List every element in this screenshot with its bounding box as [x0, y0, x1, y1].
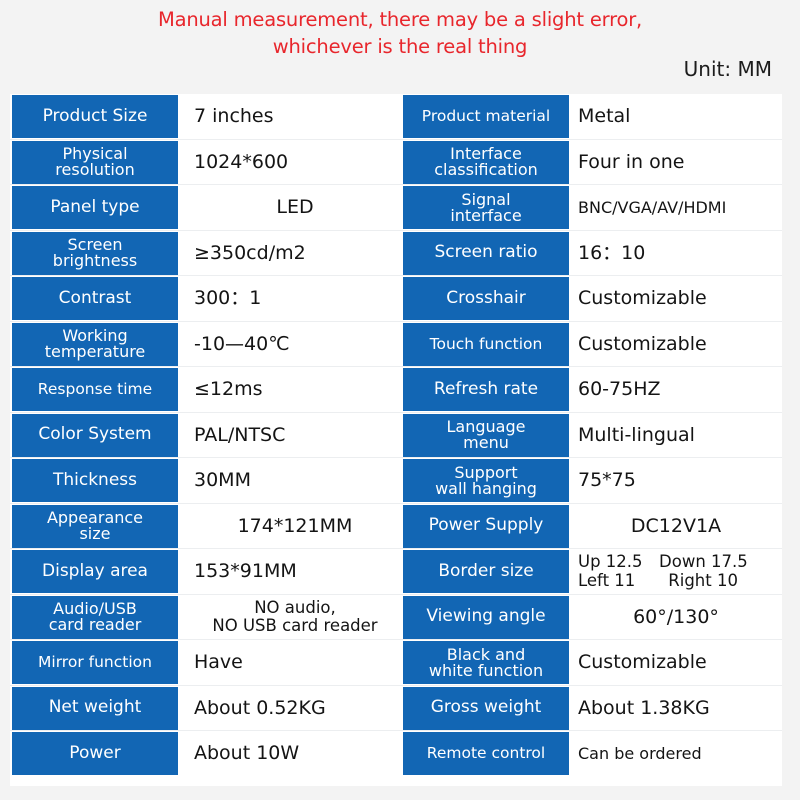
spec-label-mirror-function: Mirror function — [12, 641, 178, 684]
spec-label-screen-brightness: Screen brightness — [12, 231, 178, 275]
spec-label-remote-control: Remote control — [403, 732, 569, 775]
spec-label-working-temperature: Working temperature — [12, 322, 178, 366]
spec-value-audio-usb-card-reader: NO audio, NO USB card reader — [188, 595, 402, 641]
label-line-2: white function — [428, 660, 544, 680]
spec-value-screen-ratio: 16：10 — [578, 241, 646, 264]
table-row: Screen brightness ≥350cd/m2 Screen ratio… — [10, 230, 782, 276]
label-line-2: interface — [450, 205, 522, 225]
unit-label: Unit: MM — [683, 57, 772, 81]
label-line-2: resolution — [55, 160, 135, 179]
label-line-2: brightness — [52, 251, 138, 270]
spec-label-contrast: Contrast — [12, 277, 178, 320]
table-row: Color System PAL/NTSC Language menu Mult… — [10, 412, 782, 458]
spec-value-language-menu: Multi-lingual — [578, 423, 695, 446]
table-row: Thickness 30MM Support wall hanging 75*7… — [10, 458, 782, 504]
spec-value-physical-resolution: 1024*600 — [194, 150, 289, 173]
measurement-disclaimer: Manual measurement, there may be a sligh… — [0, 6, 800, 60]
spec-label-color-system: Color System — [12, 413, 178, 457]
label-line-2: card reader — [48, 615, 142, 634]
spec-value-support-wall-hanging: 75*75 — [578, 469, 636, 492]
table-row: Response time ≤12ms Refresh rate 60-75HZ — [10, 367, 782, 413]
table-row: Product Size 7 inches Product material M… — [10, 94, 782, 140]
value-line-2: Left 11 Right 10 — [578, 570, 738, 590]
spec-value-signal-interface: BNC/VGA/AV/HDMI — [578, 198, 727, 218]
spec-label-display-area: Display area — [12, 550, 178, 593]
table-row: Mirror function Have Black and white fun… — [10, 640, 782, 686]
table-row: Panel type LED Signal interface BNC/VGA/… — [10, 185, 782, 231]
spec-label-product-material: Product material — [403, 95, 569, 138]
spec-label-screen-ratio: Screen ratio — [403, 231, 569, 275]
spec-label-viewing-angle: Viewing angle — [403, 595, 569, 639]
spec-value-product-material: Metal — [578, 105, 631, 128]
spec-label-power: Power — [12, 732, 178, 775]
spec-value-product-size: 7 inches — [194, 105, 274, 128]
spec-label-signal-interface: Signal interface — [403, 186, 569, 229]
spec-label-touch-function: Touch function — [403, 322, 569, 366]
spec-value-power: About 10W — [194, 742, 300, 765]
spec-value-working-temperature: -10—40℃ — [194, 332, 290, 355]
spec-value-border-size: Up 12.5 Down 17.5 Left 11 Right 10 — [572, 549, 780, 595]
spec-value-touch-function: Customizable — [578, 332, 707, 355]
spec-label-language-menu: Language menu — [403, 413, 569, 457]
value-line-2: NO USB card reader — [212, 616, 378, 636]
spec-value-appearance-size: 174*121MM — [237, 514, 353, 537]
label-line-2: classification — [434, 160, 538, 179]
spec-label-panel-type: Panel type — [12, 186, 178, 229]
table-row: Working temperature -10—40℃ Touch functi… — [10, 321, 782, 367]
spec-value-mirror-function: Have — [194, 651, 243, 674]
spec-label-appearance-size: Appearance size — [12, 504, 178, 548]
spec-label-thickness: Thickness — [12, 459, 178, 502]
spec-value-remote-control: Can be ordered — [578, 744, 702, 764]
spec-label-interface-classification: Interface classification — [403, 140, 569, 184]
spec-label-black-and-white-function: Black and white function — [403, 641, 569, 684]
table-row: Physical resolution 1024*600 Interface c… — [10, 139, 782, 185]
spec-label-product-size: Product Size — [12, 95, 178, 138]
label-line-2: temperature — [44, 342, 146, 361]
spec-label-audio-usb-card-reader: Audio/USB card reader — [12, 595, 178, 639]
table-row: Appearance size 174*121MM Power Supply D… — [10, 503, 782, 549]
disclaimer-line-1: Manual measurement, there may be a sligh… — [157, 8, 643, 31]
spec-value-net-weight: About 0.52KG — [194, 696, 326, 719]
spec-value-gross-weight: About 1.38KG — [578, 696, 710, 719]
spec-value-screen-brightness: ≥350cd/m2 — [194, 241, 306, 264]
table-row: Display area 153*91MM Border size Up 12.… — [10, 549, 782, 595]
label-line-2: menu — [463, 433, 509, 452]
spec-value-interface-classification: Four in one — [578, 150, 685, 173]
spec-value-color-system: PAL/NTSC — [194, 423, 286, 446]
value-line-1: Up 12.5 Down 17.5 — [578, 552, 748, 572]
spec-value-contrast: 300：1 — [194, 287, 262, 310]
spec-sheet-page: Manual measurement, there may be a sligh… — [0, 0, 800, 800]
table-row: Contrast 300：1 Crosshair Customizable — [10, 276, 782, 322]
table-row: Audio/USB card reader NO audio, NO USB c… — [10, 594, 782, 641]
spec-label-gross-weight: Gross weight — [403, 686, 569, 730]
spec-label-crosshair: Crosshair — [403, 277, 569, 320]
table-row: Power About 10W Remote control Can be or… — [10, 731, 782, 777]
spec-label-border-size: Border size — [403, 550, 569, 593]
label-line-2: wall hanging — [435, 478, 537, 498]
spec-label-response-time: Response time — [12, 368, 178, 411]
spec-value-response-time: ≤12ms — [194, 378, 263, 401]
spec-value-display-area: 153*91MM — [194, 560, 297, 583]
spec-label-refresh-rate: Refresh rate — [403, 368, 569, 411]
spec-value-power-supply: DC12V1A — [630, 514, 722, 537]
spec-value-viewing-angle: 60°/130° — [633, 605, 719, 628]
table-row: Net weight About 0.52KG Gross weight Abo… — [10, 685, 782, 731]
disclaimer-line-2: whichever is the real thing — [272, 35, 528, 58]
value-line-1: NO audio, — [254, 597, 336, 617]
spec-value-panel-type: LED — [276, 196, 314, 219]
spec-value-thickness: 30MM — [194, 469, 251, 492]
spec-value-crosshair: Customizable — [578, 287, 707, 310]
label-line-2: size — [79, 524, 111, 543]
spec-label-support-wall-hanging: Support wall hanging — [403, 459, 569, 502]
spec-value-refresh-rate: 60-75HZ — [578, 378, 661, 401]
spec-label-power-supply: Power Supply — [403, 504, 569, 548]
specification-table: Product Size 7 inches Product material M… — [10, 94, 782, 786]
spec-label-net-weight: Net weight — [12, 686, 178, 730]
spec-value-black-and-white-function: Customizable — [578, 651, 707, 674]
spec-label-physical-resolution: Physical resolution — [12, 140, 178, 184]
